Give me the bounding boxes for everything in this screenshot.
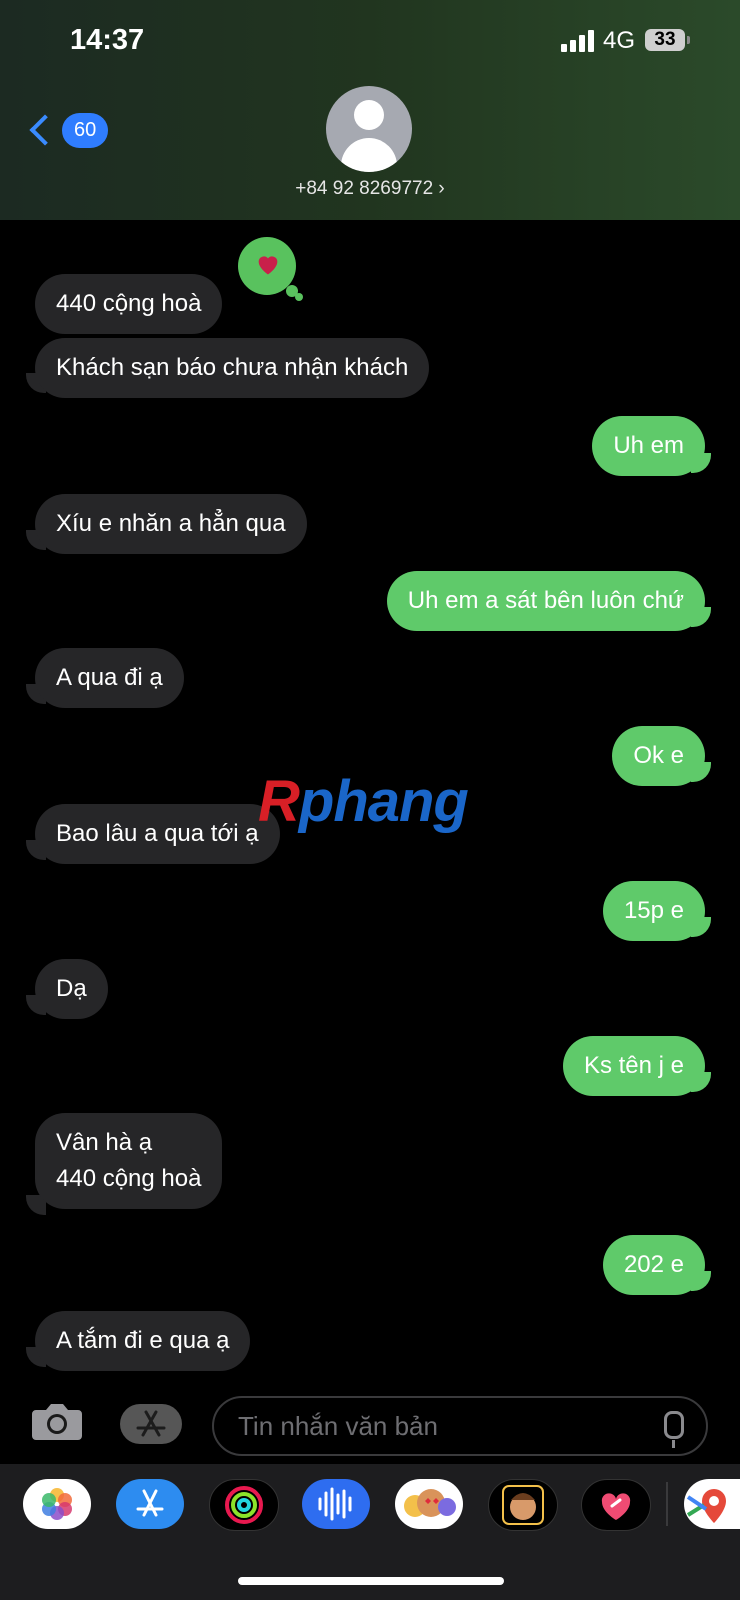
network-type: 4G <box>603 27 636 54</box>
message-incoming[interactable]: Khách sạn báo chưa nhận khách <box>35 338 430 398</box>
conversation-header: 14:37 4G 33 60 +84 92 8269772 › <box>0 0 740 220</box>
message-outgoing[interactable]: 202 e <box>602 1235 705 1295</box>
memoji-icon[interactable] <box>488 1479 558 1531</box>
camera-icon[interactable] <box>30 1400 84 1442</box>
tapback-tail <box>295 293 303 301</box>
activity-icon[interactable] <box>209 1479 279 1531</box>
contact-avatar[interactable] <box>326 86 412 172</box>
message-placeholder: Tin nhắn văn bản <box>238 1411 438 1441</box>
heart-icon <box>258 256 278 275</box>
message-incoming[interactable]: A tắm đi e qua ạ <box>35 1311 251 1371</box>
app-store-icon[interactable] <box>116 1479 184 1529</box>
digital-touch-icon[interactable] <box>581 1479 651 1531</box>
message-incoming[interactable]: A qua đi ạ <box>35 648 184 708</box>
maps-icon[interactable] <box>684 1479 740 1529</box>
message-incoming[interactable]: Dạ <box>35 959 108 1019</box>
message-incoming[interactable]: Bao lâu a qua tới ạ <box>35 804 280 864</box>
heart-tapback[interactable] <box>238 237 298 297</box>
message-input[interactable]: Tin nhắn văn bản <box>212 1396 708 1456</box>
contact-name[interactable]: +84 92 8269772 › <box>0 178 740 200</box>
message-outgoing[interactable]: Ok e <box>612 726 705 786</box>
message-outgoing[interactable]: Ks tên j e <box>562 1036 705 1096</box>
message-incoming[interactable]: Vân hà ạ 440 cộng hoà <box>35 1113 223 1209</box>
apps-icon <box>136 1410 166 1437</box>
home-indicator[interactable] <box>238 1577 504 1585</box>
unread-count-badge: 60 <box>62 112 109 148</box>
message-outgoing[interactable]: 15p e <box>602 881 705 941</box>
back-button[interactable]: 60 <box>28 110 109 150</box>
memoji-stickers-icon[interactable] <box>395 1479 463 1529</box>
tray-divider <box>666 1482 668 1526</box>
watermark-logo: Rphang <box>258 769 469 834</box>
microphone-icon[interactable] <box>664 1411 684 1448</box>
message-outgoing[interactable]: Uh em <box>592 416 705 476</box>
message-outgoing[interactable]: Uh em a sát bên luôn chứ <box>386 571 705 631</box>
photos-icon[interactable] <box>23 1479 91 1529</box>
voice-memo-icon[interactable] <box>302 1479 370 1529</box>
signal-icon <box>561 30 595 52</box>
chevron-left-icon <box>29 114 61 146</box>
battery-icon: 33 <box>645 29 690 51</box>
app-store-button[interactable] <box>120 1404 182 1444</box>
status-time: 14:37 <box>70 24 145 56</box>
message-incoming[interactable]: Xíu e nhăn a hẳn qua <box>35 494 307 554</box>
message-incoming[interactable]: 440 cộng hoà <box>35 274 223 334</box>
